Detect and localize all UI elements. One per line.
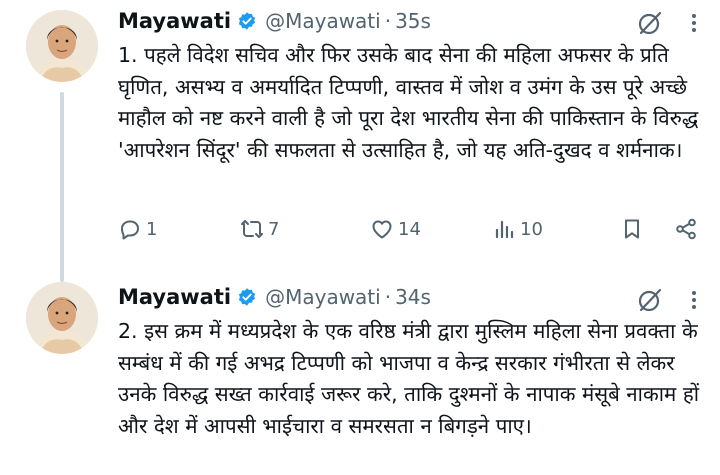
separator: · [384, 285, 392, 309]
bookmark-button[interactable] [620, 214, 644, 244]
more-icon[interactable] [682, 288, 706, 312]
grok-icon[interactable] [636, 9, 664, 37]
avatar[interactable] [26, 10, 98, 82]
views-button[interactable]: 10 [492, 214, 543, 244]
views-icon [495, 220, 514, 239]
share-button[interactable] [674, 214, 698, 244]
reply-button[interactable]: 1 [118, 214, 157, 244]
verified-badge-icon [239, 288, 256, 306]
tweet-1[interactable]: Mayawati @Mayawati · 35s 1. पहले विदेश स… [0, 0, 720, 282]
bookmark-icon [625, 219, 639, 239]
tweet-text: 2. इस क्रम में मध्यप्रदेश के एक वरिष्ठ म… [118, 319, 700, 438]
like-count: 14 [398, 218, 421, 240]
tweet-time[interactable]: 35s [395, 9, 431, 33]
author-name[interactable]: Mayawati [118, 285, 231, 309]
share-icon [676, 218, 696, 240]
avatar-image [26, 282, 98, 354]
tweet-time[interactable]: 34s [395, 285, 431, 309]
author-handle[interactable]: @Mayawati [265, 9, 381, 33]
separator: · [384, 9, 392, 33]
repost-button[interactable]: 7 [240, 214, 279, 244]
like-icon [372, 220, 392, 239]
more-icon[interactable] [682, 11, 706, 35]
action-bar: 1 7 14 10 [118, 214, 708, 244]
author-name[interactable]: Mayawati [118, 9, 231, 33]
author-handle[interactable]: @Mayawati [265, 285, 381, 309]
like-button[interactable]: 14 [370, 214, 421, 244]
verified-badge-icon [239, 12, 256, 30]
tweet-header: Mayawati @Mayawati · 35s [118, 6, 431, 36]
reply-count: 1 [146, 218, 158, 240]
tweet-header: Mayawati @Mayawati · 34s [118, 282, 431, 312]
reply-icon [121, 220, 139, 240]
grok-icon[interactable] [636, 286, 664, 314]
avatar-image [26, 10, 98, 82]
repost-icon [241, 220, 263, 238]
repost-count: 7 [268, 218, 280, 240]
views-count: 10 [520, 218, 543, 240]
tweet-text: 1. पहले विदेश सचिव और फिर उसके बाद सेना … [118, 43, 699, 162]
tweet-2[interactable]: Mayawati @Mayawati · 34s 2. इस क्रम में … [0, 262, 720, 475]
thread-line [60, 92, 64, 282]
avatar[interactable] [26, 282, 98, 354]
